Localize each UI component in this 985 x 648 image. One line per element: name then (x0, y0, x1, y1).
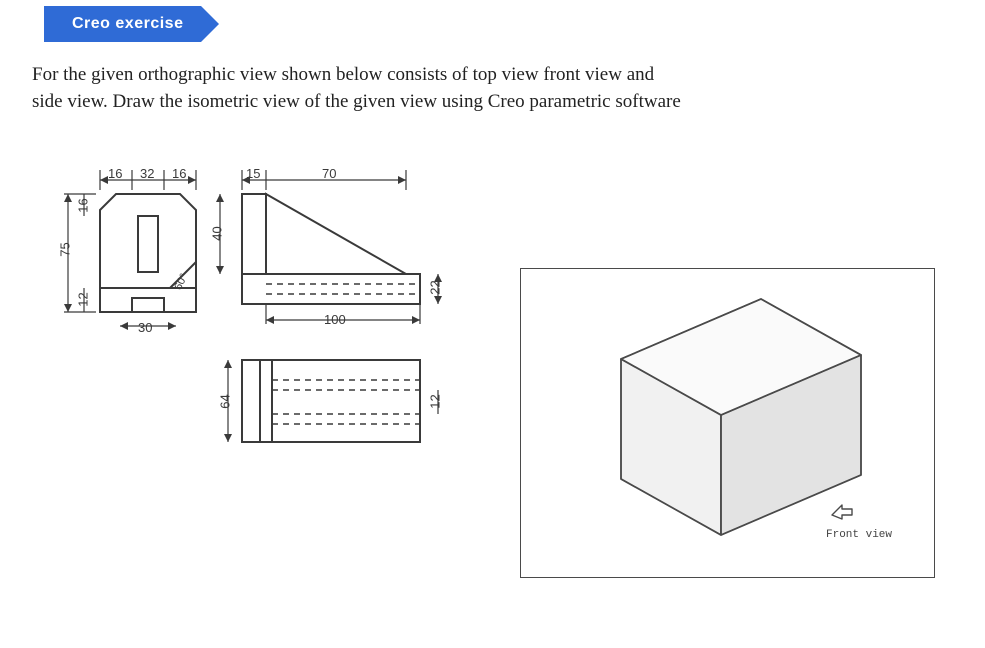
dim-16a: 16 (108, 166, 122, 181)
tag-arrow-icon (201, 6, 219, 42)
dim-12v: 12 (76, 292, 91, 306)
dim-12r: 12 (428, 394, 443, 408)
front-view-arrow-icon (828, 497, 856, 521)
dim-70: 70 (322, 166, 336, 181)
exercise-tag-label: Creo exercise (44, 6, 201, 42)
dim-32: 32 (140, 166, 154, 181)
dim-64: 64 (218, 394, 233, 408)
dim-75: 75 (58, 242, 73, 256)
orthographic-svg (60, 170, 460, 500)
prompt-line-2: side view. Draw the isometric view of th… (32, 91, 681, 112)
dim-22: 22 (428, 280, 443, 294)
isometric-label: Front view (826, 529, 892, 541)
exercise-prompt: For the given orthographic view shown be… (32, 62, 965, 115)
exercise-tag: Creo exercise (44, 6, 219, 42)
orthographic-views: 16 32 16 15 70 75 16 12 40 60° 30 100 22… (60, 170, 460, 500)
dim-15: 15 (246, 166, 260, 181)
dim-30: 30 (138, 320, 152, 335)
prompt-line-1: For the given orthographic view shown be… (32, 64, 654, 85)
dim-16v: 16 (76, 198, 91, 212)
isometric-panel: Front view (520, 268, 935, 578)
dim-100: 100 (324, 312, 346, 327)
dim-16b: 16 (172, 166, 186, 181)
dim-40: 40 (210, 226, 225, 240)
